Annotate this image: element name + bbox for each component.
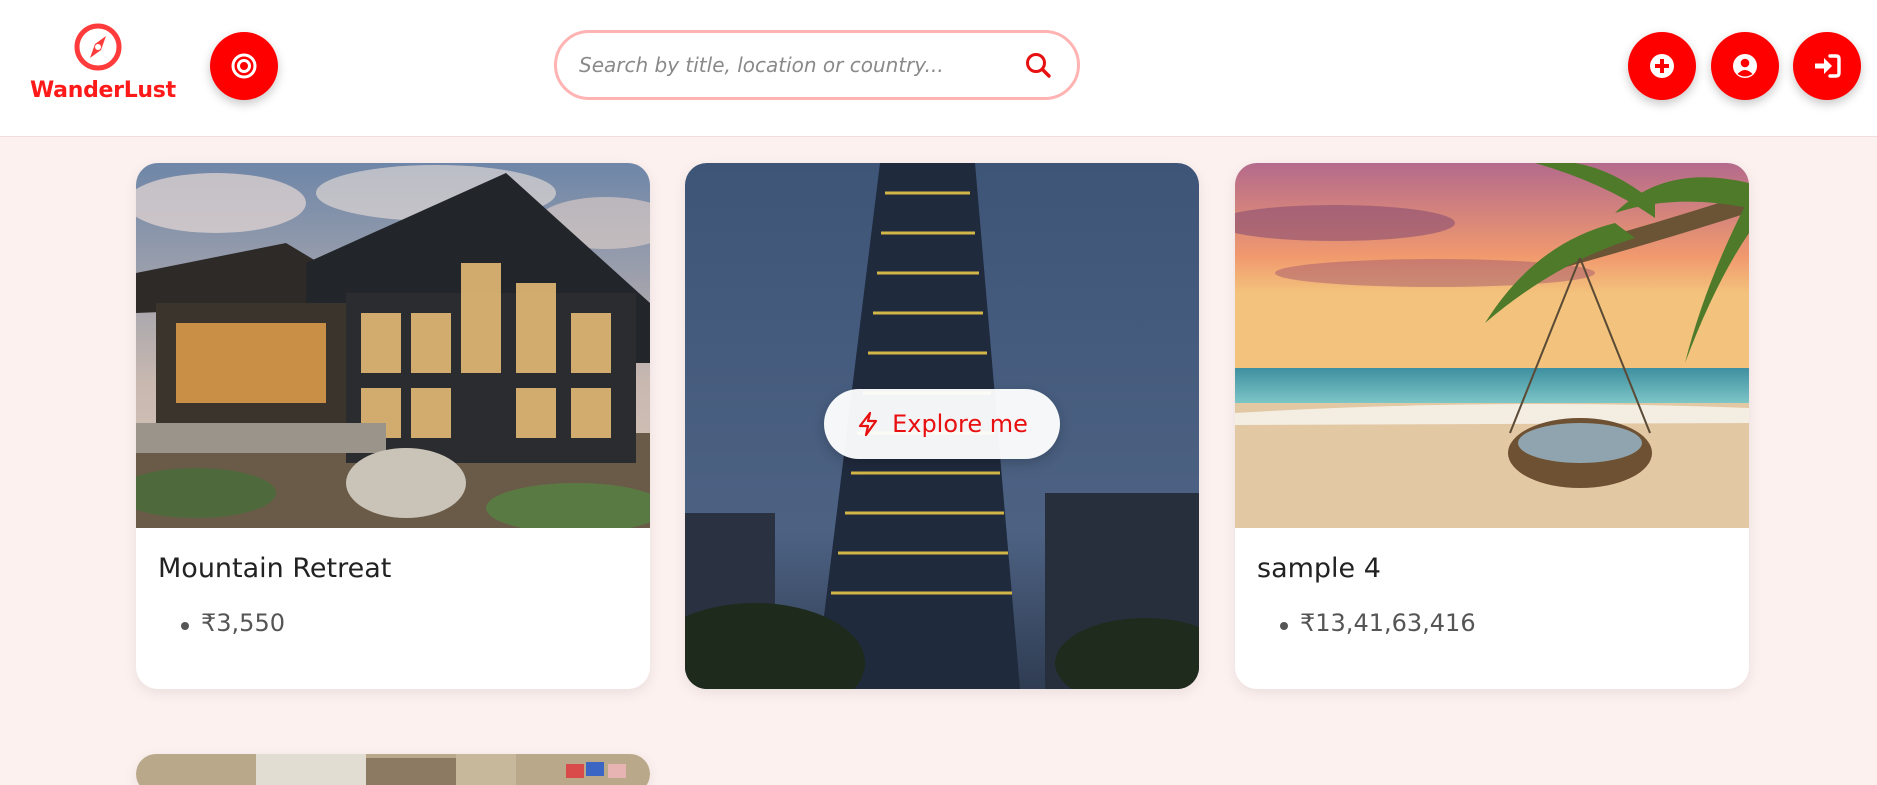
listing-price: ₹3,550 [181,609,285,637]
user-circle-icon [1733,54,1757,78]
listing-card[interactable]: Mountain Retreat ₹3,550 [136,163,650,689]
add-listing-button[interactable] [1628,32,1696,100]
listing-card[interactable] [136,754,650,785]
search-bar [554,30,1080,100]
listing-details: ₹13,41,63,416 [1280,609,1476,637]
listing-title: Mountain Retreat [158,553,392,584]
listing-card[interactable]: Explore me [685,163,1199,689]
listing-price: ₹13,41,63,416 [1280,609,1476,637]
search-button[interactable] [1021,48,1055,82]
explore-label: Explore me [892,410,1028,438]
lightning-icon [858,411,878,437]
brand-name: WanderLust [30,78,176,103]
plus-circle-icon [1650,54,1674,78]
explore-button[interactable]: Explore me [824,389,1060,459]
listing-card[interactable]: sample 4 ₹13,41,63,416 [1235,163,1749,689]
navbar: WanderLust [0,0,1877,137]
compass-icon [74,23,122,71]
filter-button[interactable] [210,32,278,100]
target-icon [231,53,257,79]
search-input[interactable] [579,53,1021,77]
profile-button[interactable] [1711,32,1779,100]
login-button[interactable] [1793,32,1861,100]
listing-image [136,163,650,528]
listing-image [136,754,650,785]
listing-image [1235,163,1749,528]
sign-in-icon [1815,54,1841,78]
search-icon [1026,53,1051,78]
brand-logo-link[interactable]: WanderLust [30,22,176,103]
listing-details: ₹3,550 [181,609,285,637]
listing-title: sample 4 [1257,553,1381,584]
